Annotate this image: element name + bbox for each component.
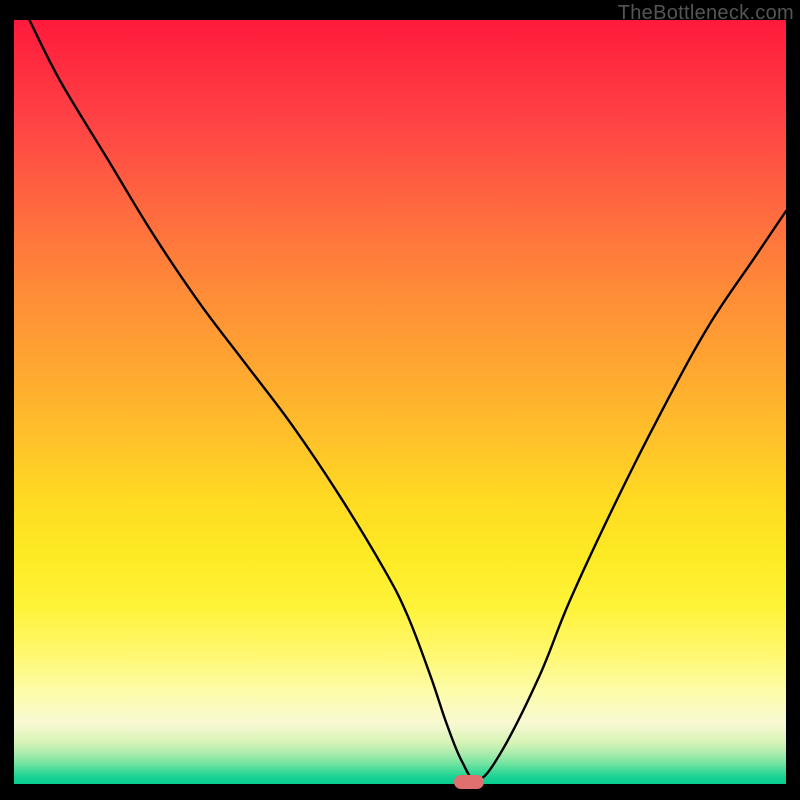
chart-frame: TheBottleneck.com	[0, 0, 800, 800]
optimal-point-marker	[454, 775, 484, 789]
plot-area	[14, 20, 786, 784]
bottleneck-curve	[14, 20, 786, 784]
watermark-text: TheBottleneck.com	[618, 2, 794, 25]
